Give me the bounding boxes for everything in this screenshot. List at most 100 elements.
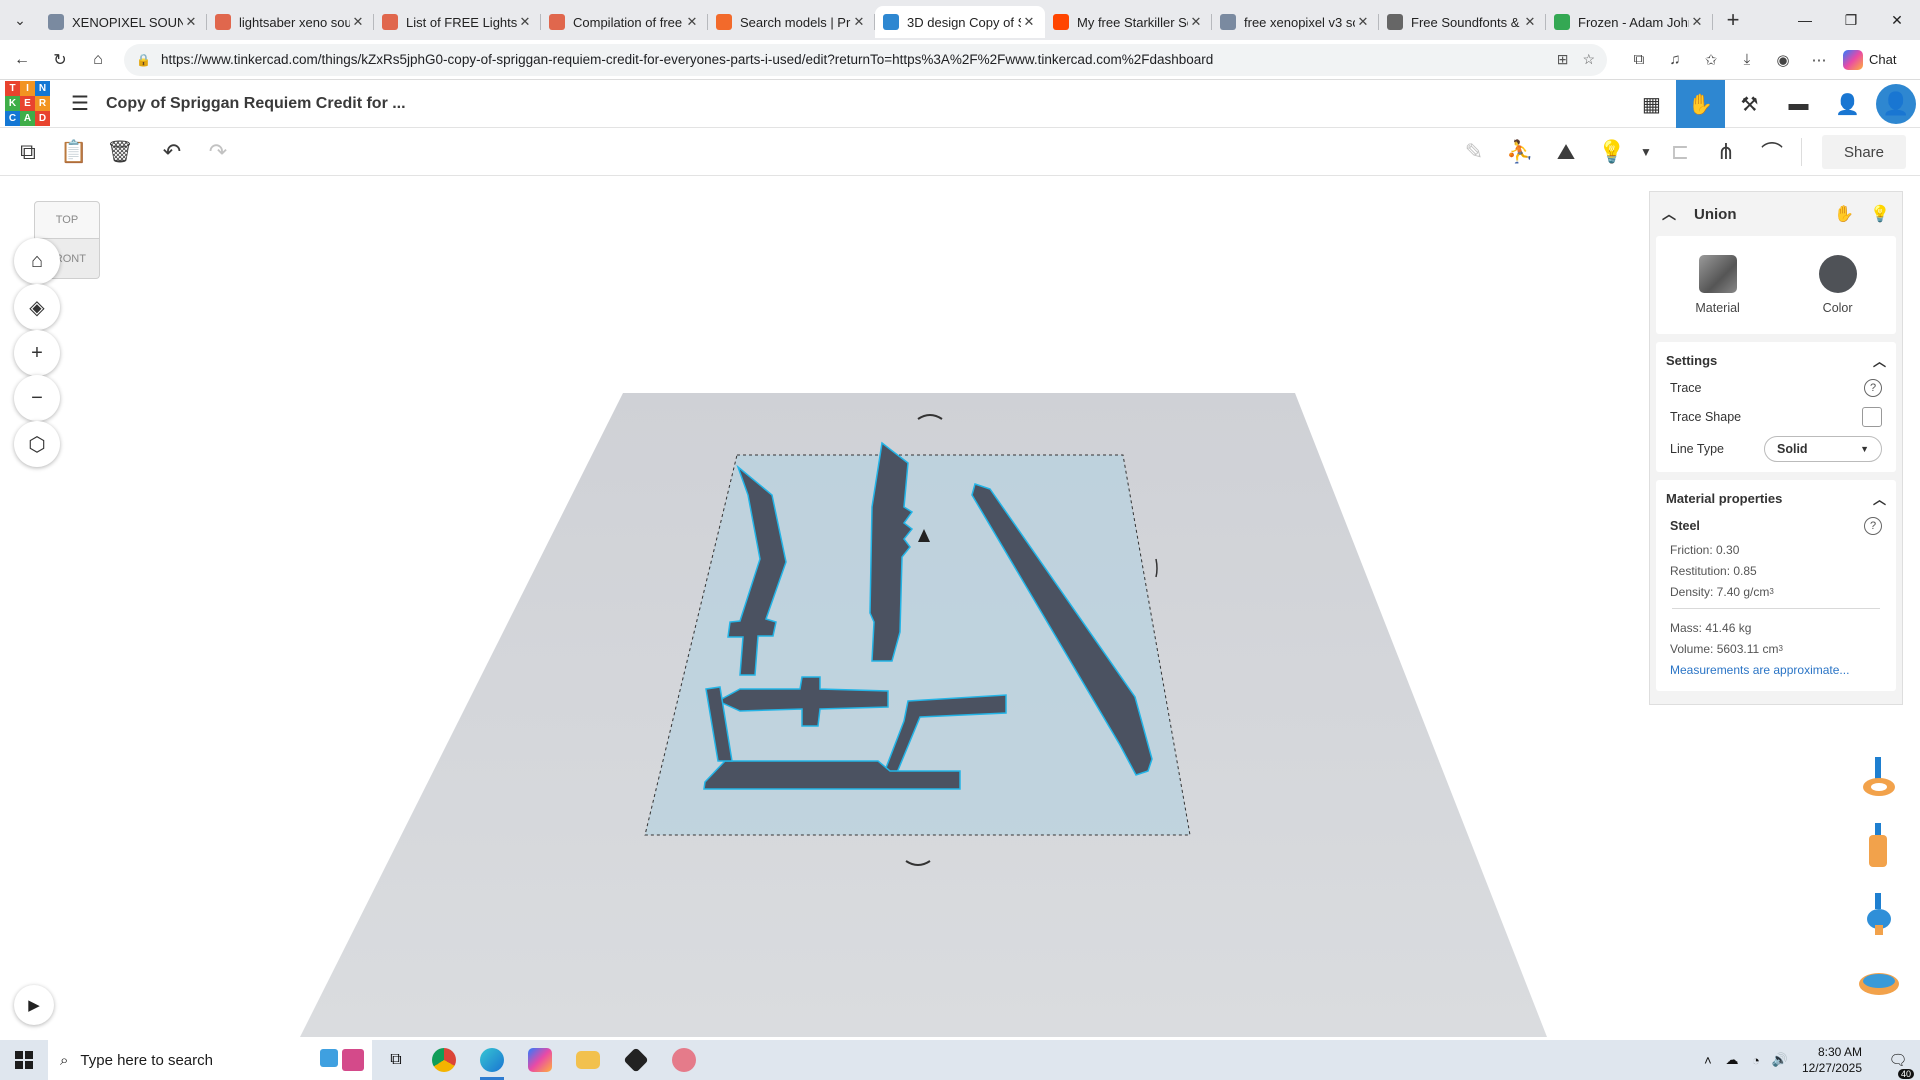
delete-icon[interactable]: 🗑 — [97, 129, 143, 175]
home-icon[interactable]: ⌂ — [82, 44, 114, 76]
tinkercad-logo[interactable]: TINKERCAD — [5, 81, 50, 126]
close-tab-icon[interactable]: ✕ — [517, 14, 533, 30]
downloads-icon[interactable]: ⤓ — [1729, 51, 1765, 68]
mirror-icon[interactable]: ⋔ — [1703, 129, 1749, 175]
browser-tab[interactable]: Compilation of free l ✕ — [541, 6, 708, 38]
browser-tab[interactable]: 3D design Copy of S ✕ — [875, 6, 1045, 38]
paste-icon[interactable]: 📋 — [51, 129, 97, 175]
grid-view-icon[interactable]: ▦ — [1627, 80, 1676, 128]
blocks-icon[interactable]: ⚒ — [1725, 80, 1774, 128]
play-simulation-button[interactable]: ▶ — [14, 985, 54, 1025]
performance-icon[interactable]: ♫ — [1657, 51, 1693, 68]
close-tab-icon[interactable]: ✕ — [1355, 14, 1371, 30]
view-cube-top[interactable]: TOP — [34, 201, 100, 239]
workspace[interactable]: TOP FRONT ⌂ ◈ + − ⬡ ▶ ︿ Union ✋ 💡 Materi… — [0, 177, 1920, 1037]
collapse-chevron-icon[interactable]: ︿ — [1662, 204, 1676, 224]
material-properties-heading[interactable]: Material properties ︿ — [1656, 484, 1896, 512]
network-icon[interactable]: ◔ — [1744, 1053, 1768, 1068]
home-view-button[interactable]: ⌂ — [14, 238, 60, 284]
trace-shape-checkbox[interactable] — [1862, 406, 1882, 427]
reload-icon[interactable]: ↻ — [44, 44, 76, 76]
start-button[interactable] — [0, 1040, 48, 1080]
edge-icon[interactable] — [468, 1040, 516, 1080]
note-icon[interactable]: ✎ — [1451, 129, 1497, 175]
onedrive-icon[interactable]: ☁ — [1720, 1052, 1744, 1068]
new-tab-button[interactable]: + — [1713, 7, 1753, 33]
browser-tab[interactable]: Free Soundfonts & V ✕ — [1379, 6, 1546, 38]
zoom-out-button[interactable]: − — [14, 375, 60, 421]
site-info-icon[interactable]: 🔒 — [136, 53, 151, 67]
design-title[interactable]: Copy of Spriggan Requiem Credit for ... — [106, 95, 406, 113]
browser-tab[interactable]: Search models | Print✕ — [708, 6, 875, 38]
task-view-icon[interactable]: ⧉ — [372, 1040, 420, 1080]
shape-thumbnail-2[interactable] — [1847, 813, 1911, 879]
close-tab-icon[interactable]: ✕ — [851, 14, 867, 30]
browser-tab[interactable]: List of FREE Lightsab✕ — [374, 6, 541, 38]
app-diamond-icon[interactable] — [612, 1040, 660, 1080]
help-icon[interactable]: ? — [1864, 378, 1882, 397]
workplane-scene[interactable] — [300, 177, 1560, 1037]
close-tab-icon[interactable]: ✕ — [350, 14, 366, 30]
tab-search-menu-icon[interactable]: ⌄ — [0, 0, 40, 40]
close-window-icon[interactable]: ✕ — [1874, 0, 1920, 40]
extensions-icon[interactable]: ⧉ — [1621, 51, 1657, 68]
fit-view-button[interactable]: ◈ — [14, 284, 60, 330]
shape-thumbnail-3[interactable] — [1847, 881, 1911, 947]
color-picker[interactable]: Color — [1818, 255, 1857, 315]
cruise-icon[interactable]: ⛹ — [1497, 129, 1543, 175]
avatar[interactable]: 👤 — [1872, 80, 1920, 128]
chevron-down-icon[interactable]: ▼ — [1635, 129, 1657, 175]
minimize-icon[interactable]: — — [1782, 0, 1828, 40]
close-tab-icon[interactable]: ✕ — [684, 14, 700, 30]
hand-tool-icon[interactable]: ✋ — [1834, 204, 1854, 224]
shape-thumbnail-1[interactable] — [1847, 745, 1911, 811]
line-type-select[interactable]: Solid ▼ — [1764, 436, 1882, 462]
add-user-icon[interactable]: 👤 — [1823, 80, 1872, 128]
close-tab-icon[interactable]: ✕ — [1021, 14, 1037, 30]
browser-tab[interactable]: free xenopixel v3 sou ✕ — [1212, 6, 1379, 38]
favorites-icon[interactable]: ✩ — [1693, 51, 1729, 69]
align-icon[interactable]: ⊏ — [1657, 129, 1703, 175]
app-available-icon[interactable]: ⊞ — [1557, 51, 1569, 68]
taskbar-search[interactable]: ⌕ Type here to search — [48, 1040, 372, 1080]
cruise-mode-icon[interactable]: ⌒ — [1749, 129, 1795, 175]
bulb-icon[interactable]: 💡 — [1870, 204, 1890, 224]
close-tab-icon[interactable]: ✕ — [183, 14, 199, 30]
back-icon[interactable]: ← — [6, 44, 38, 76]
copy-icon[interactable]: ⧉ — [5, 129, 51, 175]
bricks-icon[interactable]: ▬ — [1774, 80, 1823, 128]
material-help-icon[interactable]: ? — [1864, 516, 1882, 535]
close-tab-icon[interactable]: ✕ — [1689, 14, 1705, 30]
redo-icon[interactable]: ↷ — [195, 129, 241, 175]
measurements-note-link[interactable]: Measurements are approximate... — [1656, 659, 1896, 681]
file-explorer-icon[interactable] — [564, 1040, 612, 1080]
browser-tab[interactable]: Frozen - Adam Johns✕ — [1546, 6, 1713, 38]
undo-icon[interactable]: ↶ — [149, 129, 195, 175]
zoom-in-button[interactable]: + — [14, 330, 60, 376]
settings-heading[interactable]: Settings ︿ — [1656, 346, 1896, 374]
browser-tab[interactable]: XENOPIXEL SOUNDF✕ — [40, 6, 207, 38]
material-picker[interactable]: Material — [1695, 255, 1740, 315]
copilot-taskbar-icon[interactable] — [516, 1040, 564, 1080]
scene-light-icon[interactable]: ⛰ — [1543, 129, 1589, 175]
chrome-icon[interactable] — [420, 1040, 468, 1080]
restore-icon[interactable]: ❐ — [1828, 0, 1874, 40]
url-field[interactable]: 🔒 https://www.tinkercad.com/things/kZxRs… — [124, 43, 1607, 76]
shape-thumbnail-4[interactable] — [1847, 949, 1911, 1015]
notifications-button[interactable]: 🗨 40 — [1876, 1051, 1920, 1079]
clock[interactable]: 8:30 AM 12/27/2025 — [1802, 1044, 1862, 1076]
visibility-bulb-icon[interactable]: 💡 — [1589, 129, 1635, 175]
copilot-chat-button[interactable]: Chat — [1843, 49, 1896, 70]
close-tab-icon[interactable]: ✕ — [1188, 14, 1204, 30]
browser-tab[interactable]: lightsaber xeno soun ✕ — [207, 6, 374, 38]
sim-lab-icon[interactable]: ✋ — [1676, 80, 1725, 128]
more-options-icon[interactable]: ⋯ — [1801, 51, 1837, 69]
app-brain-icon[interactable] — [660, 1040, 708, 1080]
volume-icon[interactable]: 🔊 — [1768, 1052, 1792, 1068]
profile-icon[interactable]: ◉ — [1765, 51, 1801, 69]
favorite-star-icon[interactable]: ☆ — [1582, 51, 1595, 68]
browser-tab[interactable]: My free Starkiller Sou✕ — [1045, 6, 1212, 38]
close-tab-icon[interactable]: ✕ — [1522, 14, 1538, 30]
show-hidden-icons-icon[interactable]: ˄ — [1696, 1053, 1720, 1068]
perspective-button[interactable]: ⬡ — [14, 421, 60, 467]
